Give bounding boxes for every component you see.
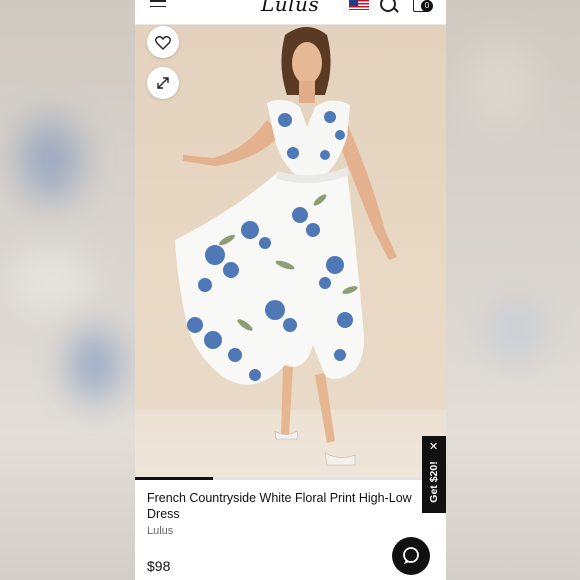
search-icon[interactable] bbox=[380, 0, 396, 12]
chat-icon[interactable] bbox=[392, 537, 430, 575]
flag-icon[interactable] bbox=[349, 0, 369, 10]
product-image[interactable] bbox=[135, 25, 446, 477]
heart-icon[interactable] bbox=[147, 26, 179, 58]
close-icon[interactable]: ✕ bbox=[429, 442, 438, 453]
product-price: $98 bbox=[147, 558, 171, 574]
menu-icon[interactable] bbox=[150, 0, 166, 9]
carousel-progress[interactable] bbox=[135, 477, 446, 480]
expand-icon[interactable] bbox=[147, 67, 179, 99]
brand-logo[interactable]: Lulus bbox=[261, 0, 319, 16]
top-navigation-bar: Lulus 0 bbox=[135, 0, 446, 25]
carousel-progress-thumb bbox=[135, 477, 213, 480]
cart-count-badge[interactable]: 0 bbox=[421, 0, 433, 12]
phone-screen: Lulus 0 ✕ Get $20! French Countryside Wh… bbox=[135, 0, 446, 580]
product-title: French Countryside White Floral Print Hi… bbox=[147, 491, 412, 521]
blurred-background-right bbox=[446, 0, 580, 580]
brand-name[interactable]: Lulus bbox=[147, 525, 173, 537]
model-illustration bbox=[175, 27, 397, 466]
blurred-background-left bbox=[0, 0, 135, 580]
